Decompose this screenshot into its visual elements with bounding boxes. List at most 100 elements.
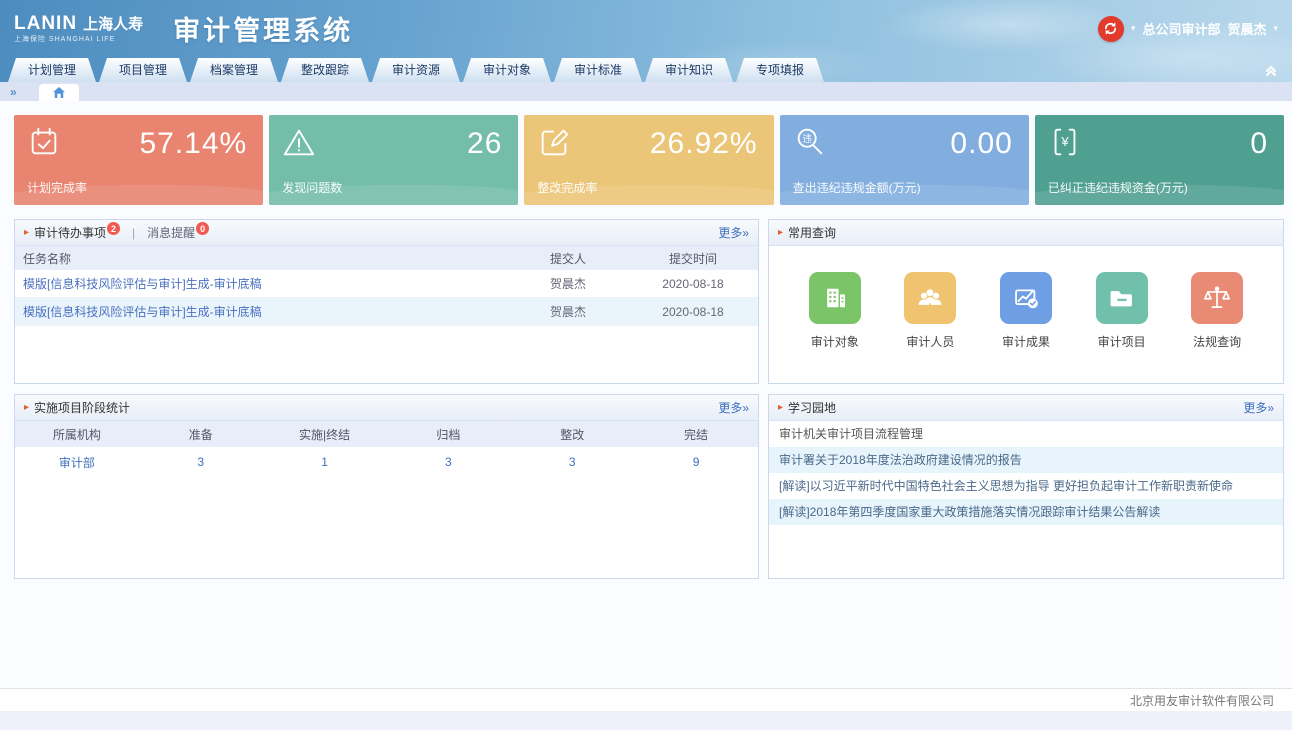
query-audit-results[interactable]: 审计成果 [1000,272,1052,350]
header-top-row: LANIN 上海人寿 上海保险 SHANGHAI LIFE 审计管理系统 ▾ 总… [0,0,1292,57]
query-audit-objects[interactable]: 审计对象 [809,272,861,350]
column-task-name: 任务名称 [15,250,508,267]
query-law-search[interactable]: 法规查询 [1191,272,1243,350]
todo-table-header: 任务名称 提交人 提交时间 [15,246,758,270]
refresh-icon [1103,21,1118,36]
kpi-cards: 57.14% 计划完成率 26 发现问题数 [14,115,1284,205]
footer: 北京用友审计软件有限公司 [0,688,1292,711]
stage-stats-more-link[interactable]: 更多» [718,399,749,416]
column-implementation: 实施|终结 [263,426,387,443]
kpi-plan-completion: 57.14% 计划完成率 [14,115,263,205]
tab-audit-resources[interactable]: 审计资源 [372,58,460,82]
kpi-label: 已纠正违纪违规资金(万元) [1048,179,1188,196]
list-item[interactable]: [解读]2018年第四季度国家重大政策措施落实情况跟踪审计结果公告解读 [769,499,1283,525]
stage-stats-header: ▸ 实施项目阶段统计 更多» [15,395,758,421]
expand-icon[interactable]: » [4,84,23,101]
query-label: 审计对象 [811,333,859,350]
page-title: 审计管理系统 [173,9,353,48]
tab-audit-objects[interactable]: 审计对象 [463,58,551,82]
edit-square-icon [537,125,571,164]
scales-icon [1191,272,1243,324]
kpi-value: 26 [467,127,502,161]
task-submit-time: 2020-08-18 [628,305,758,319]
yuan-icon: ¥ [1048,125,1082,164]
logo-name: 上海人寿 [83,17,143,32]
tab-plan-management[interactable]: 计划管理 [8,58,96,82]
org-link[interactable]: 审计部 [15,454,139,471]
kpi-label: 查出违纪违规金额(万元) [793,179,921,196]
page: LANIN 上海人寿 上海保险 SHANGHAI LIFE 审计管理系统 ▾ 总… [0,0,1292,730]
kpi-value: 0 [1250,127,1268,161]
tab-separator: | [132,226,135,240]
stage-count-link[interactable]: 9 [634,455,758,469]
task-submitter: 贺晨杰 [508,275,628,292]
panel-arrow-icon: ▸ [778,402,783,413]
table-row: 审计部 3 1 3 3 9 [15,447,758,477]
home-tab[interactable] [39,84,79,101]
query-label: 审计人员 [906,333,954,350]
column-archived: 归档 [386,426,510,443]
tab-rectification-tracking[interactable]: 整改跟踪 [281,58,369,82]
search-violation-icon: 违 [793,125,827,164]
list-item[interactable]: 审计署关于2018年度法治政府建设情况的报告 [769,447,1283,473]
svg-text:¥: ¥ [1060,134,1069,149]
calendar-check-icon [27,125,61,164]
stage-stats-title: 实施项目阶段统计 [34,399,130,416]
table-row: 模版[信息科技风险评估与审计]生成-审计底稿 贺晨杰 2020-08-18 [15,298,758,326]
tab-audit-standards[interactable]: 审计标准 [554,58,642,82]
tab-project-management[interactable]: 项目管理 [99,58,187,82]
task-link[interactable]: 模版[信息科技风险评估与审计]生成-审计底稿 [15,275,508,292]
query-audit-projects[interactable]: 审计项目 [1096,272,1148,350]
todo-tab[interactable]: 审计待办事项 [34,224,106,241]
breadcrumb: » [0,82,1292,101]
column-completed: 完结 [634,426,758,443]
user-menu-caret-icon[interactable]: ▾ [1273,23,1278,34]
logo-mark: LANIN [14,14,77,33]
column-organization: 所属机构 [15,426,139,443]
todo-badge: 2 [107,222,120,235]
quick-query-title: 常用查询 [788,224,836,241]
collapse-up-icon[interactable] [1264,63,1278,77]
panel-arrow-icon: ▸ [24,402,29,413]
avatar-caret-icon[interactable]: ▾ [1131,23,1136,34]
learning-more-link[interactable]: 更多» [1243,399,1274,416]
learning-title: 学习园地 [788,399,836,416]
stage-count-link[interactable]: 3 [510,455,634,469]
kpi-corrected-funds: ¥ 0 已纠正违纪违规资金(万元) [1035,115,1284,205]
stage-stats-panel: ▸ 实施项目阶段统计 更多» 所属机构 准备 实施|终结 归档 整改 完结 审计… [14,394,759,579]
messages-tab[interactable]: 消息提醒 [147,224,195,241]
query-label: 审计成果 [1002,333,1050,350]
query-label: 法规查询 [1193,333,1241,350]
stage-table-header: 所属机构 准备 实施|终结 归档 整改 完结 [15,421,758,447]
stage-count-link[interactable]: 1 [263,455,387,469]
user-area: ▾ 总公司审计部 贺晨杰 ▾ [1098,16,1278,42]
user-name: 贺晨杰 [1227,19,1266,38]
stage-count-link[interactable]: 3 [386,455,510,469]
kpi-label: 整改完成率 [537,179,597,196]
svg-text:违: 违 [802,134,812,145]
tab-archive-management[interactable]: 档案管理 [190,58,278,82]
column-rectification: 整改 [510,426,634,443]
query-audit-staff[interactable]: 审计人员 [904,272,956,350]
task-submit-time: 2020-08-18 [628,277,758,291]
kpi-label: 发现问题数 [282,179,342,196]
task-link[interactable]: 模版[信息科技风险评估与审计]生成-审计底稿 [15,303,508,320]
tab-special-reporting[interactable]: 专项填报 [736,58,824,82]
kpi-label: 计划完成率 [27,179,87,196]
quick-query-body: 审计对象 审计人员 [769,246,1283,383]
todo-more-link[interactable]: 更多» [718,224,749,241]
column-preparation: 准备 [139,426,263,443]
list-item[interactable]: 审计机关审计项目流程管理 [769,421,1283,447]
query-label: 审计项目 [1098,333,1146,350]
column-submitter: 提交人 [508,250,628,267]
folder-icon [1096,272,1148,324]
logo-subtitle: 上海保险 SHANGHAI LIFE [14,36,143,43]
panel-arrow-icon: ▸ [778,227,783,238]
todo-panel-header: ▸ 审计待办事项 2 | 消息提醒 0 更多» [15,220,758,246]
stage-count-link[interactable]: 3 [139,455,263,469]
tab-audit-knowledge[interactable]: 审计知识 [645,58,733,82]
avatar[interactable] [1098,16,1124,42]
user-department: 总公司审计部 [1142,19,1220,38]
list-item[interactable]: [解读]以习近平新时代中国特色社会主义思想为指导 更好担负起审计工作新职责新使命 [769,473,1283,499]
main-content: 57.14% 计划完成率 26 发现问题数 [0,101,1292,688]
